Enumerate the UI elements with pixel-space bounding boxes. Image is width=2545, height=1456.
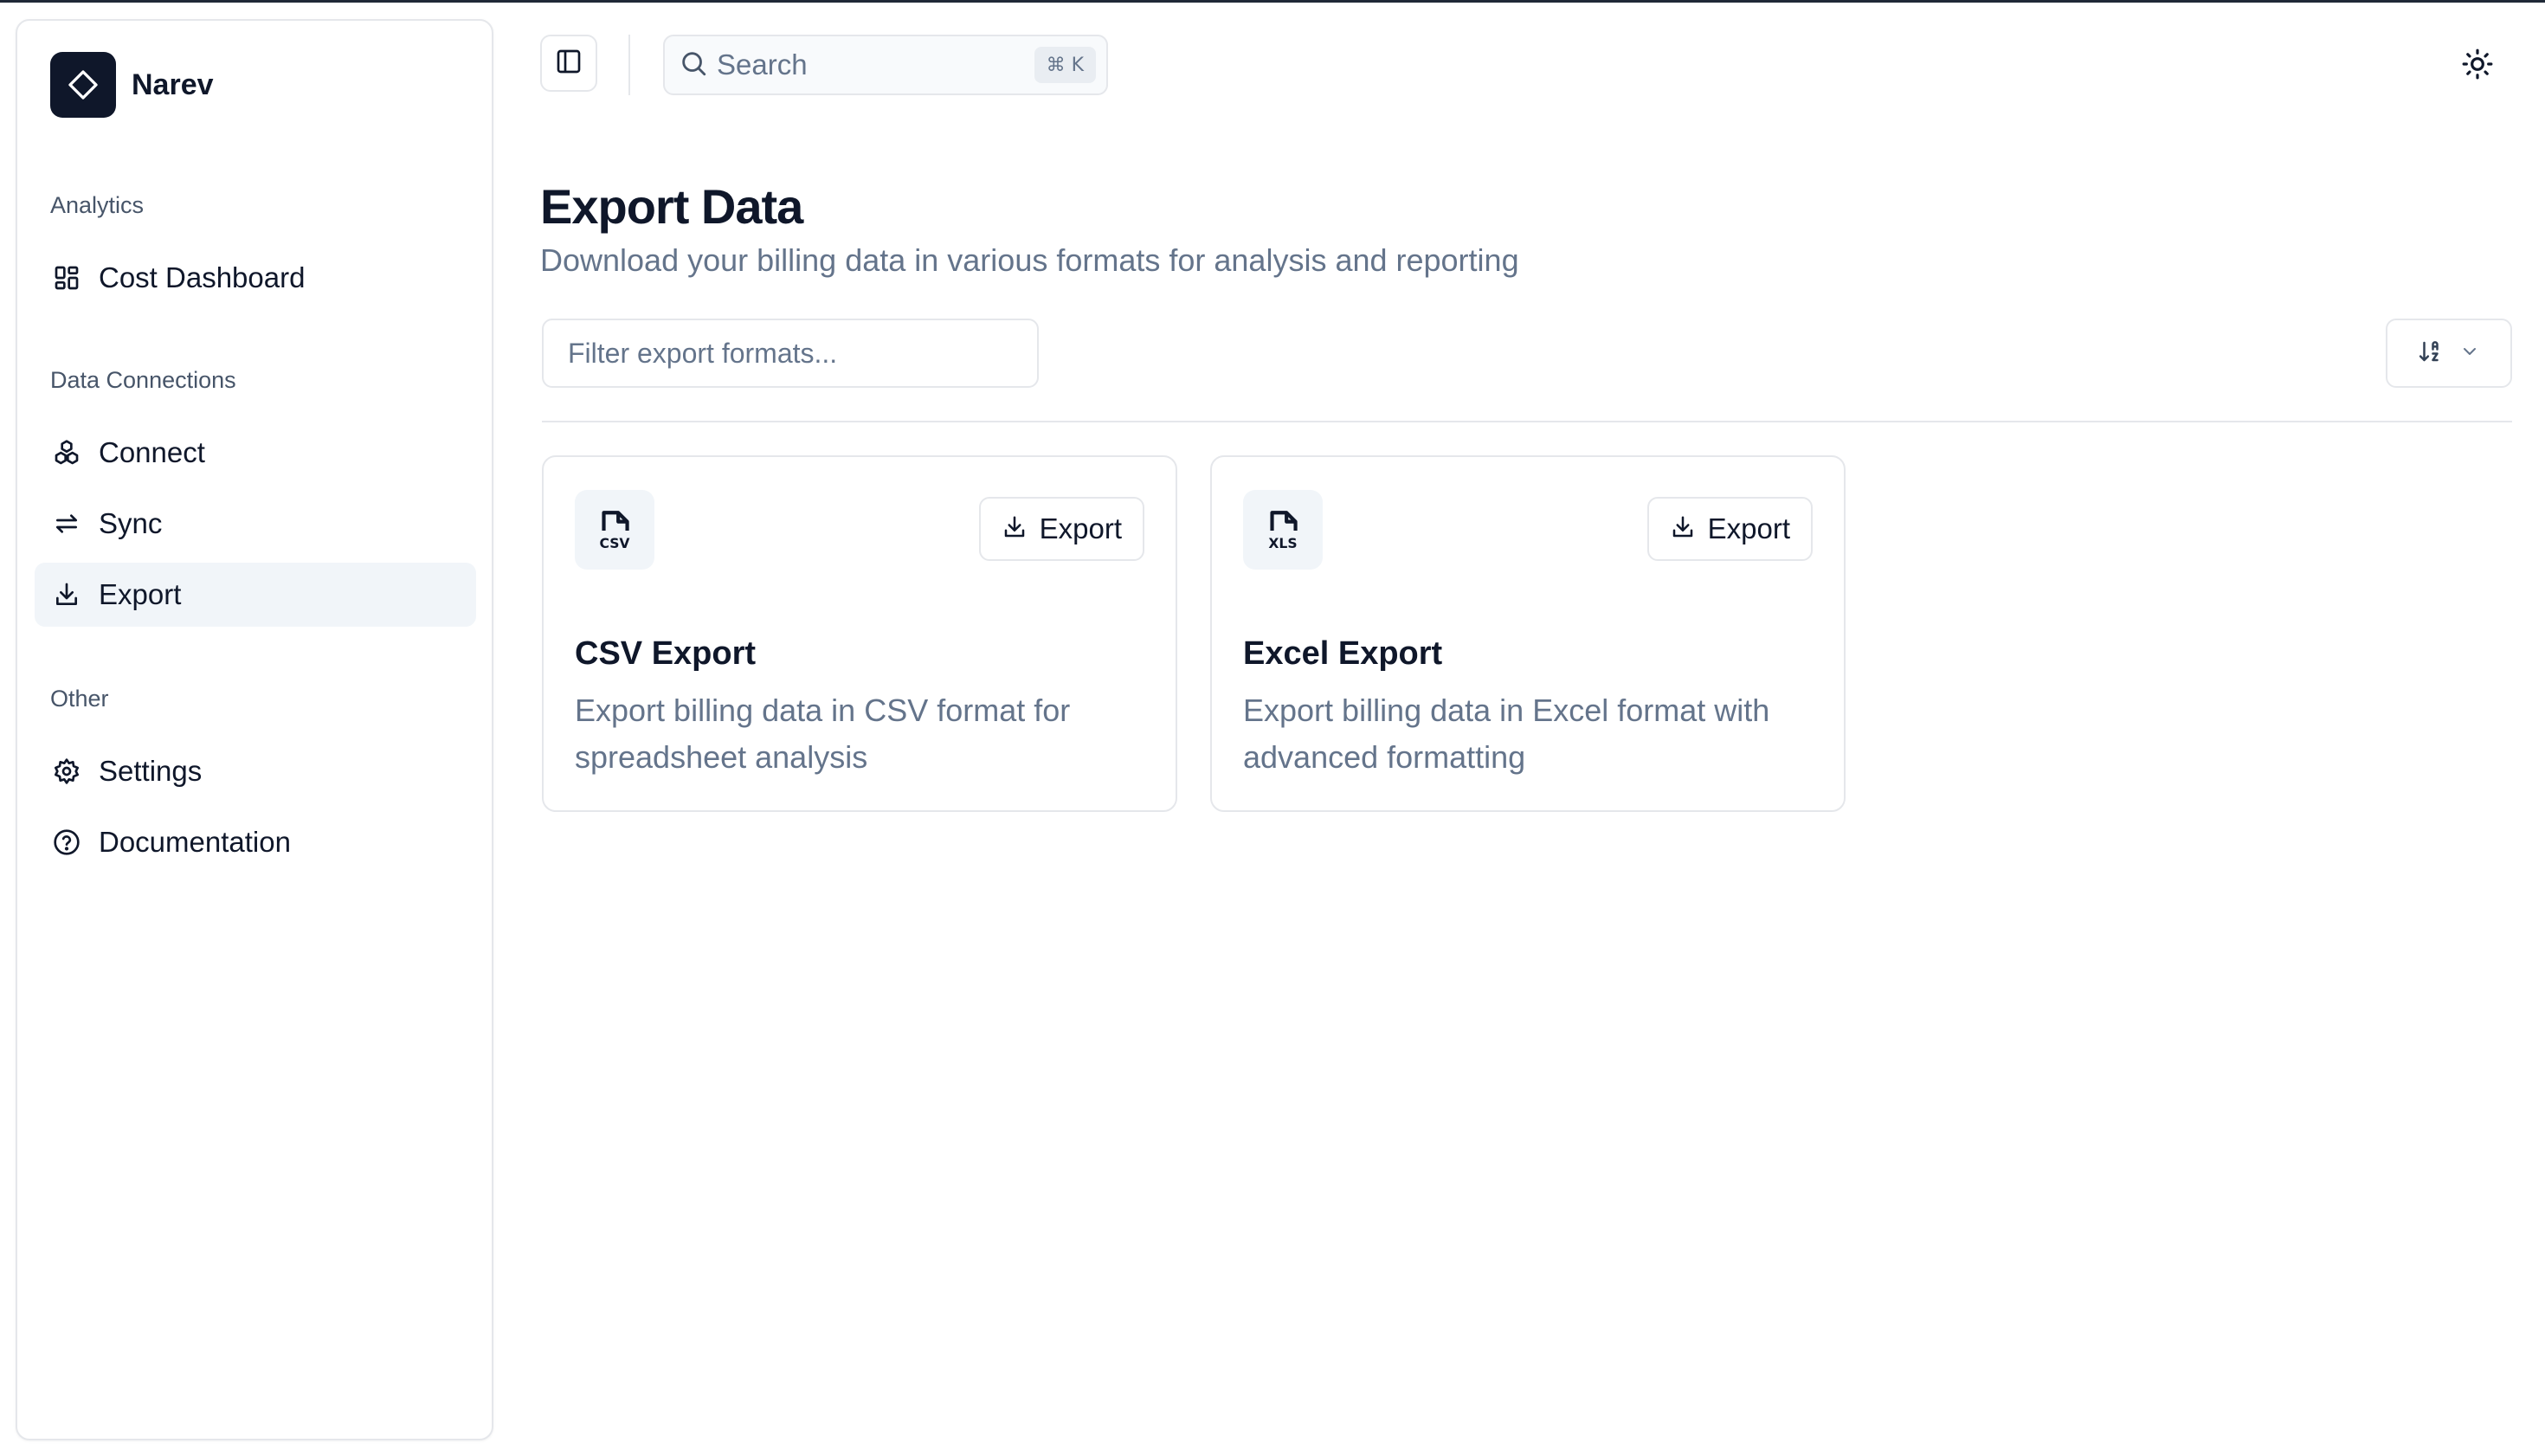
- sidebar-item-sync[interactable]: Sync: [35, 492, 476, 556]
- sidebar-item-label: Documentation: [99, 826, 291, 858]
- sidebar-item-documentation[interactable]: Documentation: [35, 810, 476, 874]
- search-shortcut-badge: ⌘ K: [1034, 47, 1096, 83]
- search-button[interactable]: Search ⌘ K: [663, 35, 1108, 95]
- page-title: Export Data: [540, 179, 803, 234]
- download-icon: [52, 580, 81, 609]
- sort-alpha-icon: [2418, 338, 2444, 369]
- svg-text:CSV: CSV: [599, 536, 629, 551]
- sidebar-item-cost-dashboard[interactable]: Cost Dashboard: [35, 246, 476, 310]
- sync-arrows-icon: [52, 509, 81, 538]
- sidebar-item-label: Sync: [99, 507, 163, 539]
- card-title: Excel Export: [1243, 635, 1443, 672]
- brand-logo-icon: [50, 52, 116, 118]
- sidebar-item-connect[interactable]: Connect: [35, 421, 476, 485]
- brand-name: Narev: [132, 68, 214, 101]
- sidebar-toggle-button[interactable]: [540, 35, 597, 92]
- connect-icon: [52, 438, 81, 467]
- card-description: Export billing data in CSV format for sp…: [575, 693, 1071, 775]
- window-top-border: [0, 0, 2545, 3]
- help-circle-icon: [52, 828, 81, 857]
- export-card-excel: XLS Export Excel Export Export billing d…: [1210, 455, 1846, 812]
- content-divider: [542, 421, 2512, 422]
- search-label: Search: [717, 48, 808, 81]
- svg-text:XLS: XLS: [1268, 536, 1297, 551]
- sidebar: Narev Analytics Cost Dashboard Data Conn…: [16, 19, 493, 1440]
- theme-toggle-button[interactable]: [2452, 40, 2503, 92]
- nav-group-label-other: Other: [50, 686, 109, 712]
- csv-file-icon: CSV: [575, 490, 654, 570]
- export-button-label: Export: [1039, 512, 1122, 544]
- sidebar-item-settings[interactable]: Settings: [35, 739, 476, 803]
- gear-icon: [52, 757, 81, 786]
- export-button-label: Export: [1707, 512, 1790, 544]
- header-divider: [628, 35, 630, 95]
- xls-file-icon: XLS: [1243, 490, 1323, 570]
- nav-group-label-data-connections: Data Connections: [50, 367, 236, 393]
- sidebar-item-export[interactable]: Export: [35, 563, 476, 627]
- download-icon: [1002, 514, 1028, 544]
- card-title: CSV Export: [575, 635, 757, 672]
- sun-icon: [2461, 48, 2494, 85]
- nav-group-label-analytics: Analytics: [50, 192, 145, 218]
- search-icon: [679, 48, 708, 82]
- sort-dropdown-button[interactable]: [2386, 319, 2512, 388]
- excel-export-button[interactable]: Export: [1646, 497, 1813, 561]
- brand[interactable]: Narev: [50, 52, 214, 118]
- chevron-down-icon: [2459, 341, 2480, 366]
- download-icon: [1670, 514, 1696, 544]
- sidebar-item-label: Connect: [99, 436, 205, 468]
- sidebar-item-label: Cost Dashboard: [99, 261, 306, 293]
- filter-export-formats-input[interactable]: [542, 319, 1039, 388]
- page-subtitle: Download your billing data in various fo…: [540, 242, 1519, 278]
- sidebar-item-label: Export: [99, 578, 182, 610]
- dashboard-icon: [52, 263, 81, 293]
- export-card-csv: CSV Export CSV Export Export billing dat…: [542, 455, 1177, 812]
- sidebar-item-label: Settings: [99, 755, 203, 787]
- card-description: Export billing data in Excel format with…: [1243, 693, 1770, 775]
- panel-left-icon: [555, 48, 583, 80]
- csv-export-button[interactable]: Export: [978, 497, 1144, 561]
